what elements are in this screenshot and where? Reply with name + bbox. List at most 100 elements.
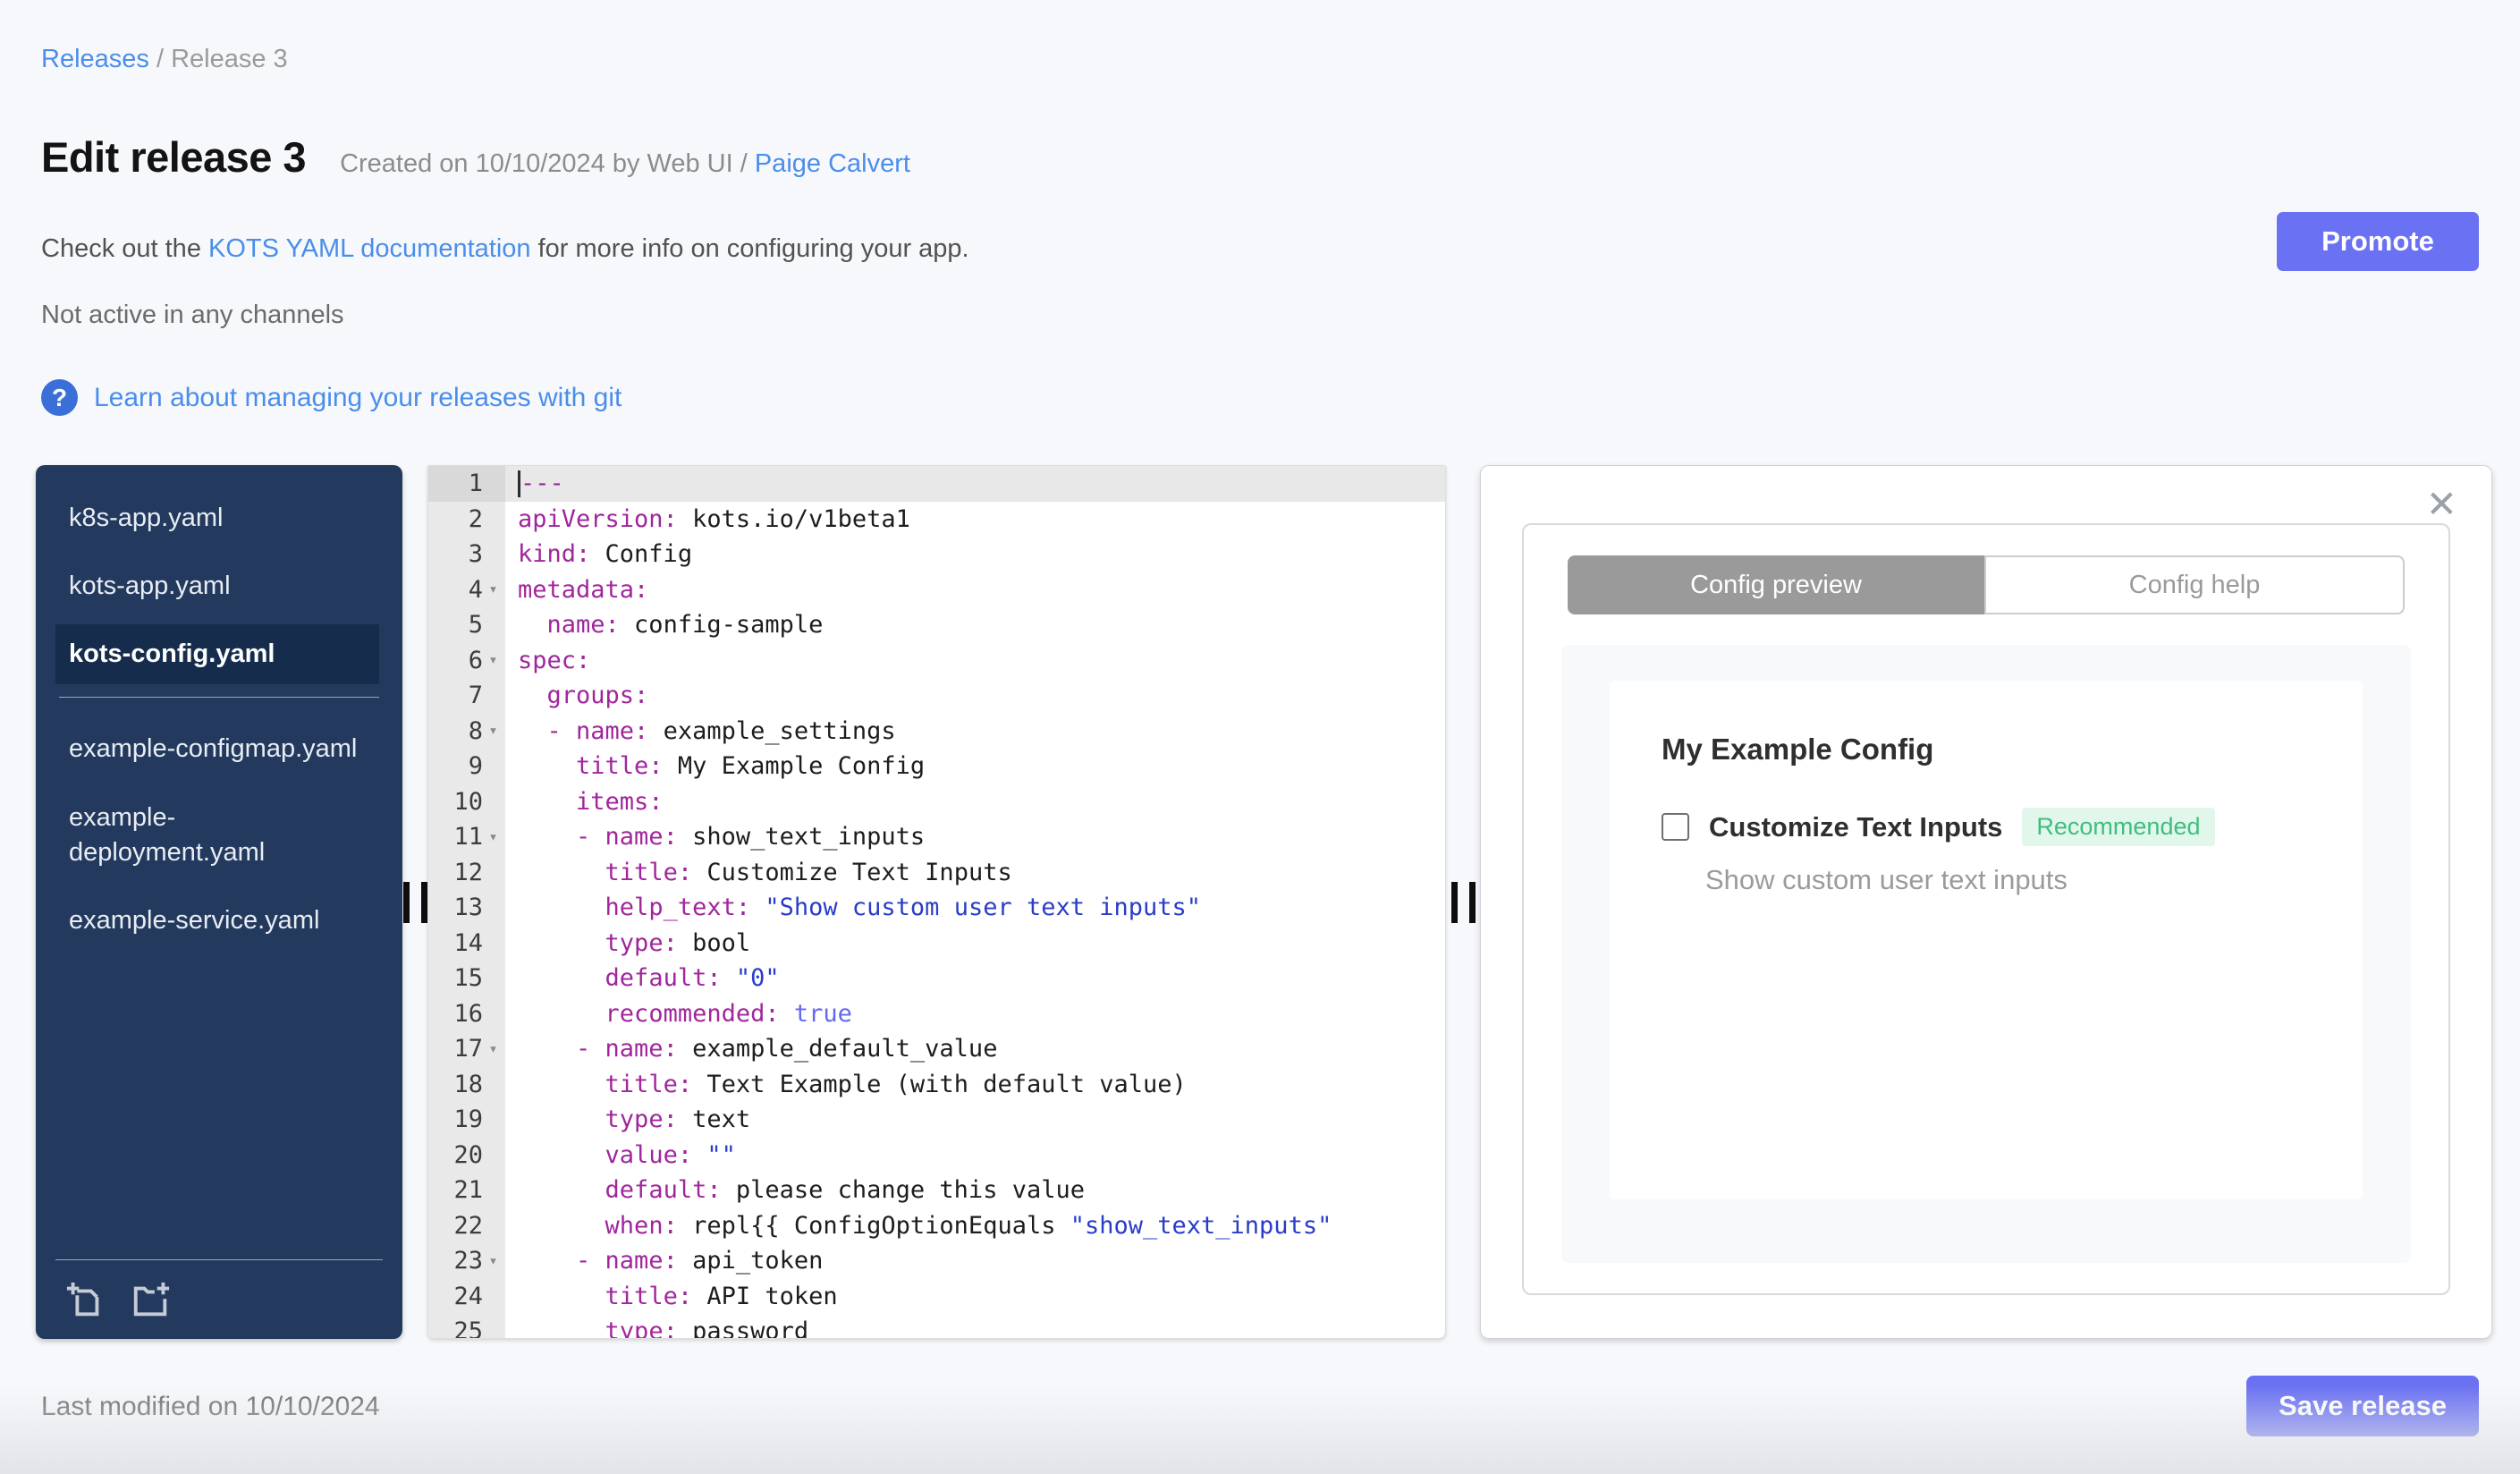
gutter-line-number: 7▾ (468, 682, 483, 710)
sidebar-resize-handle[interactable] (402, 881, 427, 923)
sidebar-item-example-configmap-yaml[interactable]: example-configmap.yaml (55, 719, 379, 779)
code-line-18[interactable]: 18▾ title: Text Example (with default va… (428, 1067, 1445, 1103)
sidebar-resize-column (402, 465, 427, 1339)
code-text: --- (505, 470, 564, 497)
code-text: when: repl{{ ConfigOptionEquals "show_te… (605, 1211, 1332, 1240)
code-text: groups: (546, 682, 649, 710)
code-rows: 1▾---2▾apiVersion: kots.io/v1beta13▾kind… (428, 466, 1445, 1339)
code-line-6[interactable]: 6 ▾ spec: (428, 643, 1445, 679)
code-line-22[interactable]: 22▾ when: repl{{ ConfigOptionEquals "sho… (428, 1208, 1445, 1244)
breadcrumb-separator: / (148, 45, 172, 73)
gutter-line-number: 11 ▾ (428, 819, 505, 855)
code-line-5[interactable]: 5▾ name: config-sample (428, 607, 1445, 643)
code-line-9[interactable]: 9▾ title: My Example Config (428, 749, 1445, 784)
code-text: - name: show_text_inputs (576, 823, 926, 851)
code-line-7[interactable]: 7▾ groups: (428, 678, 1445, 714)
code-line-4[interactable]: 4 ▾ metadata: (428, 572, 1445, 608)
fold-arrow-icon[interactable]: ▾ (486, 651, 501, 669)
close-icon[interactable]: ✕ (2426, 486, 2457, 523)
code-line-8[interactable]: 8 ▾ - name: example_settings (428, 714, 1445, 750)
gutter-line-number: 16▾ (453, 999, 483, 1028)
code-text: name: config-sample (546, 611, 824, 640)
code-text: title: My Example Config (576, 752, 926, 781)
title-row: Edit release 3 Created on 10/10/2024 by … (41, 132, 910, 182)
sidebar-item-k8s-app-yaml[interactable]: k8s-app.yaml (55, 488, 379, 548)
git-help-row[interactable]: ? Learn about managing your releases wit… (41, 379, 622, 416)
resize-bar (1468, 881, 1476, 923)
fold-arrow-icon[interactable]: ▾ (486, 1252, 501, 1270)
sidebar-item-kots-app-yaml[interactable]: kots-app.yaml (55, 556, 379, 616)
config-item-label[interactable]: Customize Text Inputs (1709, 811, 2002, 843)
code-line-16[interactable]: 16▾ recommended: true (428, 996, 1445, 1032)
resize-bar (1450, 881, 1458, 923)
promote-button[interactable]: Promote (2277, 212, 2479, 271)
code-line-3[interactable]: 3▾ kind: Config (428, 537, 1445, 572)
tab-config-preview[interactable]: Config preview (1568, 555, 1984, 614)
breadcrumb-releases-link[interactable]: Releases (41, 45, 149, 73)
sidebar-item-example-service-yaml[interactable]: example-service.yaml (55, 891, 379, 951)
tab-config-help[interactable]: Config help (1984, 555, 2405, 614)
add-file-icon[interactable] (64, 1280, 106, 1321)
code-line-25[interactable]: 25▾ type: password (428, 1314, 1445, 1339)
gutter-line-number: 4 ▾ (428, 572, 505, 608)
code-line-13[interactable]: 13▾ help_text: "Show custom user text in… (428, 890, 1445, 926)
code-line-17[interactable]: 17 ▾ - name: example_default_value (428, 1031, 1445, 1067)
preview-resize-handle[interactable] (1450, 881, 1476, 923)
code-line-10[interactable]: 10▾ items: (428, 784, 1445, 820)
fold-arrow-icon[interactable]: ▾ (486, 580, 501, 598)
code-text: - name: example_settings (546, 716, 896, 745)
code-line-14[interactable]: 14▾ type: bool (428, 926, 1445, 961)
code-line-11[interactable]: 11 ▾ - name: show_text_inputs (428, 819, 1445, 855)
config-preview-modal: Config preview Config help My Example Con… (1522, 523, 2450, 1295)
code-line-1[interactable]: 1▾--- (428, 466, 1445, 502)
sidebar-item-example-deployment-yaml[interactable]: example-deployment.yaml (55, 788, 379, 883)
kots-yaml-doc-link[interactable]: KOTS YAML documentation (208, 234, 531, 263)
code-text: title: Text Example (with default value) (605, 1070, 1187, 1098)
code-text: - name: example_default_value (576, 1035, 998, 1063)
code-text: type: bool (605, 928, 751, 957)
fold-arrow-icon[interactable]: ▾ (486, 1040, 501, 1058)
gutter-line-number: 18▾ (453, 1070, 483, 1098)
question-mark-icon: ? (41, 379, 78, 416)
fold-arrow-icon[interactable]: ▾ (486, 722, 501, 740)
code-text: title: API token (605, 1282, 838, 1310)
code-text: default: "0" (605, 964, 780, 993)
add-folder-icon[interactable] (131, 1280, 172, 1321)
created-by-link[interactable]: Paige Calvert (755, 149, 910, 178)
code-text: type: password (605, 1317, 809, 1339)
code-line-24[interactable]: 24▾ title: API token (428, 1279, 1445, 1315)
code-line-19[interactable]: 19▾ type: text (428, 1102, 1445, 1138)
sidebar-footer (55, 1259, 383, 1321)
code-line-21[interactable]: 21▾ default: please change this value (428, 1173, 1445, 1208)
code-line-15[interactable]: 15▾ default: "0" (428, 961, 1445, 996)
gutter-line-number: 25▾ (453, 1317, 483, 1339)
gutter-line-number: 12▾ (453, 858, 483, 886)
breadcrumb-current: Release 3 (171, 45, 288, 73)
sidebar-item-kots-config-yaml[interactable]: kots-config.yaml (55, 624, 379, 685)
git-help-link[interactable]: Learn about managing your releases with … (94, 383, 622, 413)
code-line-20[interactable]: 20▾ value: "" (428, 1138, 1445, 1173)
code-text: help_text: "Show custom user text inputs… (605, 894, 1202, 922)
yaml-editor[interactable]: 1▾---2▾apiVersion: kots.io/v1beta13▾kind… (427, 465, 1446, 1339)
gutter-line-number: 17 ▾ (428, 1031, 505, 1067)
gutter-line-number: 19▾ (453, 1106, 483, 1134)
code-text: title: Customize Text Inputs (605, 858, 1012, 886)
breadcrumb: Releases / Release 3 (41, 45, 288, 74)
config-card: My Example Config Customize Text Inputs … (1610, 681, 2363, 1199)
save-release-button[interactable]: Save release (2246, 1376, 2479, 1436)
code-line-23[interactable]: 23 ▾ - name: api_token (428, 1243, 1445, 1279)
workspace: k8s-app.yaml kots-app.yaml kots-config.yam… (36, 465, 2492, 1339)
doc-prefix: Check out the (41, 234, 208, 263)
resize-bar (402, 881, 410, 923)
file-sidebar: k8s-app.yaml kots-app.yaml kots-config.yam… (36, 465, 402, 1339)
customize-text-inputs-checkbox[interactable] (1662, 813, 1689, 841)
code-line-2[interactable]: 2▾ apiVersion: kots.io/v1beta1 (428, 502, 1445, 538)
config-preview-panel: ✕ Config preview Config help My Example C… (1480, 465, 2492, 1339)
channel-status: Not active in any channels (41, 301, 344, 329)
preview-body: My Example Config Customize Text Inputs … (1561, 645, 2411, 1263)
last-modified-text: Last modified on 10/10/2024 (41, 1392, 380, 1421)
recommended-badge: Recommended (2022, 808, 2215, 846)
fold-arrow-icon[interactable]: ▾ (486, 828, 501, 846)
gutter-line-number: 1▾ (428, 466, 505, 502)
code-line-12[interactable]: 12▾ title: Customize Text Inputs (428, 855, 1445, 891)
